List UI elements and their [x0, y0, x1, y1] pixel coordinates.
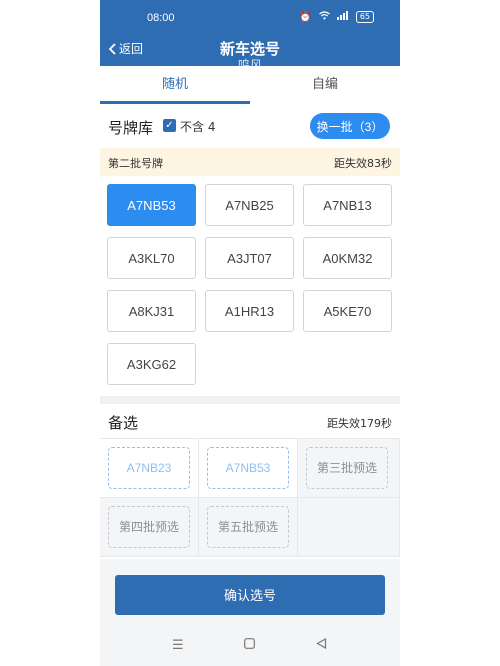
alternate-cell: 第五批预选: [199, 498, 298, 557]
plate-option[interactable]: A7NB25: [205, 184, 294, 226]
confirm-button[interactable]: 确认选号: [115, 575, 385, 615]
batch-label: 第二批号牌: [108, 157, 163, 170]
plate-option[interactable]: A3KG62: [107, 343, 196, 385]
menu-icon[interactable]: ☰: [172, 638, 184, 653]
plate-option[interactable]: A1HR13: [205, 290, 294, 332]
page-title: 新车选号: [219, 40, 280, 58]
plate-pool-header: 号牌库 ✓ 不含 4 换一批（3）: [100, 104, 400, 148]
exclude-four-checkbox[interactable]: ✓: [163, 119, 176, 132]
plate-grid: A7NB53 A7NB25 A7NB13 A3KL70 A3JT07 A0KM3…: [100, 176, 400, 396]
batch-countdown: 距失效83秒: [334, 157, 392, 170]
wifi-icon: [318, 11, 330, 23]
alternate-slot[interactable]: 第四批预选: [108, 506, 190, 548]
alternate-cell: 第三批预选: [298, 439, 400, 498]
plate-pool-label: 号牌库: [108, 119, 154, 137]
nav-bar: 返回 新车选号 鸣风: [100, 38, 400, 66]
plate-option[interactable]: A7NB53: [107, 184, 196, 226]
plate-option[interactable]: A8KJ31: [107, 290, 196, 332]
system-nav-bar: ☰: [100, 630, 400, 666]
phone-screen: 08:00 ⏰ 65 返回 新车选号 鸣风 随机 自编 号牌库 ✓ 不含 4 换…: [100, 0, 400, 666]
battery-icon: 65: [355, 11, 374, 23]
alternates-grid: A7NB23 A7NB53 第三批预选 第四批预选 第五批预选: [100, 438, 400, 559]
home-icon[interactable]: [244, 638, 255, 653]
section-divider: [100, 396, 400, 404]
alternate-slot[interactable]: A7NB23: [108, 447, 190, 489]
plate-option[interactable]: A7NB13: [303, 184, 392, 226]
back-nav-icon[interactable]: [316, 637, 327, 653]
batch-banner: 第二批号牌 距失效83秒: [100, 148, 400, 176]
alternates-label: 备选: [108, 414, 139, 432]
plate-option[interactable]: A0KM32: [303, 237, 392, 279]
plate-option[interactable]: A3KL70: [107, 237, 196, 279]
alternate-slot[interactable]: 第三批预选: [306, 447, 388, 489]
alternate-slot[interactable]: A7NB53: [207, 447, 289, 489]
tab-custom[interactable]: 自编: [250, 66, 400, 104]
alternate-cell: [298, 498, 400, 557]
plate-option[interactable]: A5KE70: [303, 290, 392, 332]
alternate-cell: 第四批预选: [100, 498, 199, 557]
exclude-four-label[interactable]: 不含 4: [180, 118, 215, 135]
signal-icon: [336, 11, 349, 23]
alternate-slot[interactable]: 第五批预选: [207, 506, 289, 548]
alternates-countdown: 距失效179秒: [327, 417, 392, 430]
alarm-icon: ⏰: [299, 11, 312, 23]
status-icons: ⏰ 65: [299, 11, 374, 23]
refresh-batch-button[interactable]: 换一批（3）: [310, 113, 390, 139]
alternate-cell: A7NB53: [199, 439, 298, 498]
alternates-header: 备选 距失效179秒: [100, 404, 400, 438]
page-subtitle: 鸣风: [237, 58, 262, 66]
status-time: 08:00: [147, 12, 175, 24]
status-bar: 08:00 ⏰ 65: [100, 0, 400, 38]
plate-option[interactable]: A3JT07: [205, 237, 294, 279]
tab-bar: 随机 自编: [100, 66, 400, 105]
tab-random[interactable]: 随机: [100, 66, 250, 104]
alternate-cell: A7NB23: [100, 439, 199, 498]
